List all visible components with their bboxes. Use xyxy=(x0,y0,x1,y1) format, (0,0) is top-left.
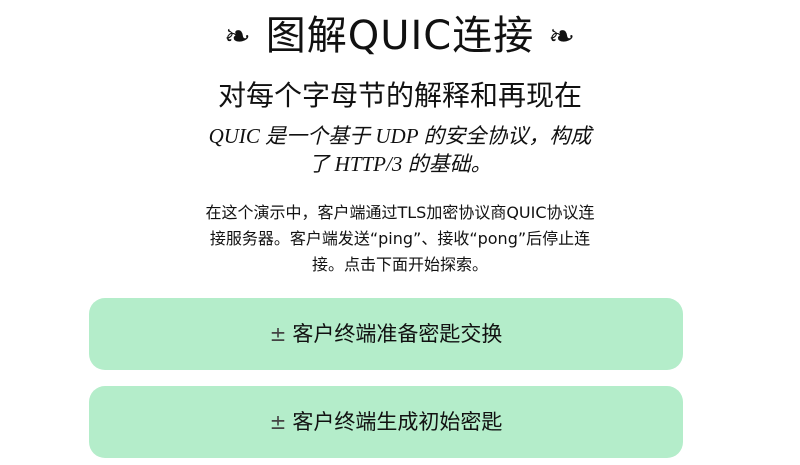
tagline: QUIC 是一个基于 UDP 的安全协议，构成了 HTTP/3 的基础。 xyxy=(208,124,592,176)
plus-minus-icon: ± xyxy=(269,410,287,434)
page: ❧ 图解QUIC连接 ❧ 对每个字母节的解释和再现在 QUIC 是一个基于 UDP … xyxy=(0,0,800,465)
step-label: 客户终端准备密匙交换 xyxy=(292,322,503,346)
page-subtitle: 对每个字母节的解释和再现在 xyxy=(217,79,582,112)
step-client-initial-keys-calc[interactable]: ± 客户终端生成初始密匙 xyxy=(89,386,683,458)
plus-minus-icon: ± xyxy=(269,322,287,346)
page-title: ❧ 图解QUIC连接 ❧ xyxy=(0,8,800,64)
step-client-key-exchange-generation[interactable]: ± 客户终端准备密匙交换 xyxy=(89,298,683,370)
page-title-text: 图解QUIC连接 xyxy=(265,13,535,59)
step-label: 客户终端生成初始密匙 xyxy=(292,410,503,434)
floral-heart-icon: ❧ xyxy=(548,17,577,55)
description: 在这个演示中，客户端通过TLS加密协议商QUIC协议连接服务器。客户端发送“pi… xyxy=(205,203,595,274)
floral-heart-icon: ❧ xyxy=(223,17,252,55)
